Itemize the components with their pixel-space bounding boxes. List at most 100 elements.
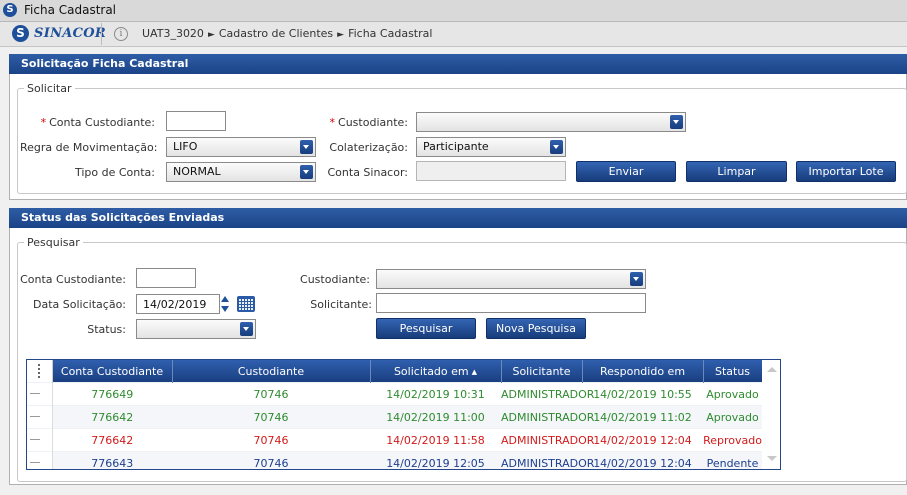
info-icon[interactable]: i (114, 27, 128, 41)
regra-movimentacao-label: Regra de Movimentação: (20, 141, 158, 154)
spinner-up-icon[interactable] (221, 296, 229, 302)
table-cell-respondido: 14/02/2019 12:04 (582, 451, 703, 469)
table-row[interactable]: 776643 70746 14/02/2019 12:05 ADMINISTRADOR… (27, 451, 762, 469)
column-header-status[interactable]: Status (703, 360, 763, 383)
table-cell-solicitante: ADMINISTRADOR (501, 451, 594, 469)
colateralizacao-select[interactable]: Participante (416, 137, 566, 157)
table-cell-solicitado: 14/02/2019 11:00 (370, 405, 501, 429)
enviar-button[interactable]: Enviar (576, 161, 676, 182)
colateralizacao-label: Colaterização: (329, 141, 408, 154)
row-header[interactable] (27, 382, 53, 406)
table-cell-status: Aprovado (703, 405, 762, 429)
conta-sinacor-label: Conta Sinacor: (327, 166, 409, 179)
table-cell-respondido: 14/02/2019 10:55 (582, 382, 703, 406)
limpar-button[interactable]: Limpar (686, 161, 787, 182)
results-table: Conta Custodiante Custodiante Solicitado… (27, 360, 763, 469)
custodiante-select[interactable] (416, 112, 686, 132)
table-cell-solicitado: 14/02/2019 11:58 (370, 428, 501, 452)
nav-divider (101, 23, 102, 45)
column-header-conta-custodiante[interactable]: Conta Custodiante (52, 360, 173, 383)
conta-custodiante-input[interactable] (166, 111, 226, 131)
grid-header-row: Conta Custodiante Custodiante Solicitado… (27, 360, 763, 383)
breadcrumb-arrow-icon: ► (207, 30, 215, 40)
status-select[interactable] (136, 319, 256, 339)
calendar-icon[interactable] (237, 296, 255, 312)
sort-ascending-icon: ▲ (471, 367, 478, 376)
breadcrumb-arrow-icon: ► (337, 30, 345, 40)
solicitar-legend: Solicitar (27, 82, 72, 95)
search-conta-custodiante-input[interactable] (136, 268, 196, 288)
scroll-up-icon[interactable] (767, 367, 777, 372)
importar-lote-button[interactable]: Importar Lote (796, 161, 896, 182)
data-solicitacao-label: Data Solicitação: (33, 298, 126, 311)
row-header[interactable] (27, 405, 53, 429)
table-cell-solicitante: ADMINISTRADOR (501, 428, 594, 452)
data-solicitacao-input[interactable] (136, 294, 220, 314)
table-row[interactable]: 776642 70746 14/02/2019 11:00 ADMINISTRADOR… (27, 405, 762, 429)
breadcrumb-item[interactable]: Cadastro de Clientes (219, 27, 333, 40)
window-title: Ficha Cadastral (24, 3, 117, 17)
table-cell-status: Aprovado (703, 382, 762, 406)
custodiante-label: * Custodiante: (329, 116, 408, 129)
logo-mark: S (12, 25, 29, 42)
pesquisar-legend: Pesquisar (27, 236, 80, 249)
table-cell-conta: 776649 (52, 382, 172, 406)
tipo-conta-select[interactable]: NORMAL (166, 162, 316, 182)
table-cell-solicitado: 14/02/2019 10:31 (370, 382, 501, 406)
breadcrumb: UAT3_3020 ► Cadastro de Clientes ► Ficha Cad… (142, 27, 432, 40)
column-header-respondido-em[interactable]: Respondido em (582, 360, 704, 383)
conta-custodiante-label: * Conta Custodiante: (40, 116, 155, 129)
colateralizacao-value: Participante (423, 140, 489, 153)
table-cell-conta: 776643 (52, 451, 172, 469)
search-custodiante-label: Custodiante: (300, 273, 370, 286)
table-cell-status: Pendente (703, 451, 762, 469)
table-cell-solicitante: ADMINISTRADOR (501, 405, 594, 429)
search-conta-custodiante-label: Conta Custodiante: (20, 273, 126, 286)
table-cell-custodiante: 70746 (172, 428, 370, 452)
search-custodiante-select[interactable] (376, 269, 646, 289)
table-cell-conta: 776642 (52, 428, 172, 452)
chevron-down-icon[interactable] (630, 272, 643, 286)
logo-text: SINACOR (34, 26, 107, 41)
table-cell-status: Reprovado (703, 428, 762, 452)
column-header-custodiante[interactable]: Custodiante (172, 360, 371, 383)
row-header-corner[interactable] (27, 360, 53, 383)
row-header[interactable] (27, 428, 53, 452)
window-titlebar: S Ficha Cadastral (0, 0, 907, 22)
column-header-solicitado-em[interactable]: Solicitado em ▲ (370, 360, 502, 383)
solicitante-label: Solicitante: (310, 298, 372, 311)
column-header-solicitante[interactable]: Solicitante (501, 360, 583, 383)
tipo-conta-label: Tipo de Conta: (74, 166, 155, 179)
table-cell-custodiante: 70746 (172, 451, 370, 469)
date-spinner[interactable] (219, 294, 233, 314)
sinacor-logo[interactable]: S SINACOR (12, 24, 106, 44)
scroll-down-icon[interactable] (767, 456, 777, 461)
grid-scrollbar[interactable] (762, 360, 780, 469)
chevron-down-icon[interactable] (240, 322, 253, 336)
spinner-down-icon[interactable] (221, 306, 229, 312)
table-row[interactable]: 776649 70746 14/02/2019 10:31 ADMINISTRADOR… (27, 382, 762, 406)
table-cell-respondido: 14/02/2019 12:04 (582, 428, 703, 452)
table-cell-conta: 776642 (52, 405, 172, 429)
app-icon: S (3, 3, 17, 17)
table-cell-solicitante: ADMINISTRADOR (501, 382, 594, 406)
status-panel-header: Status das Solicitações Enviadas (9, 208, 907, 228)
chevron-down-icon[interactable] (550, 140, 563, 154)
regra-movimentacao-select[interactable]: LIFO (166, 137, 316, 157)
table-cell-custodiante: 70746 (172, 405, 370, 429)
breadcrumb-item-current: Ficha Cadastral (348, 27, 433, 40)
table-row[interactable]: 776642 70746 14/02/2019 11:58 ADMINISTRADOR… (27, 428, 762, 452)
breadcrumb-item[interactable]: UAT3_3020 (142, 27, 204, 40)
solicitante-input[interactable] (376, 293, 646, 313)
navbar: S SINACOR i UAT3_3020 ► Cadastro de Client… (0, 22, 907, 47)
conta-sinacor-input (416, 161, 566, 181)
pesquisar-button[interactable]: Pesquisar (376, 318, 476, 339)
table-cell-custodiante: 70746 (172, 382, 370, 406)
results-grid: Conta Custodiante Custodiante Solicitado… (26, 359, 781, 470)
row-header[interactable] (27, 451, 53, 469)
chevron-down-icon[interactable] (670, 115, 683, 129)
nova-pesquisa-button[interactable]: Nova Pesquisa (486, 318, 586, 339)
status-label: Status: (87, 323, 126, 336)
request-panel-header: Solicitação Ficha Cadastral (9, 54, 907, 74)
table-cell-solicitado: 14/02/2019 12:05 (370, 451, 501, 469)
